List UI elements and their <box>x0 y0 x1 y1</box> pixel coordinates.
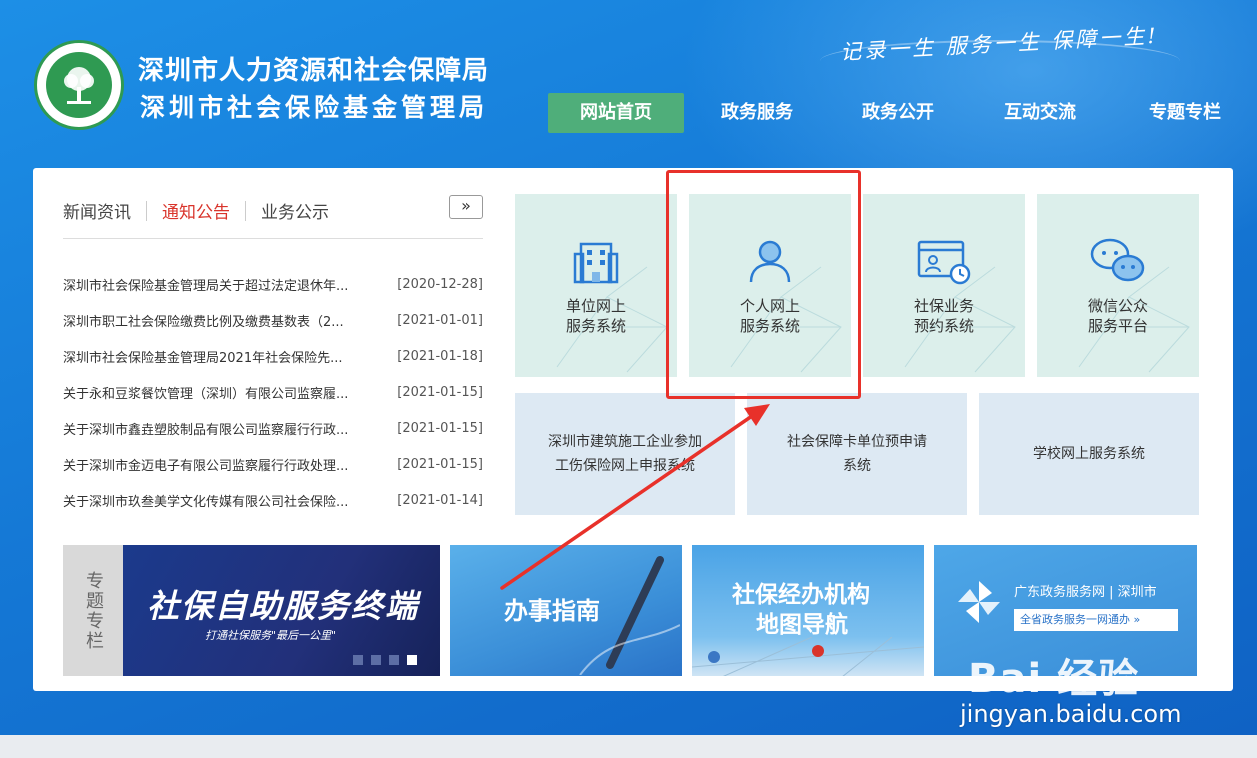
main-panel: 新闻资讯 通知公告 业务公示 » 深圳市社会保险基金管理局关于超过法定退休年..… <box>33 168 1233 691</box>
news-date: [2021-01-01] <box>397 312 483 328</box>
news-title[interactable]: 关于深圳市玖叁美学文化传媒有限公司社会保险... <box>63 491 369 510</box>
service-tile-appointment[interactable]: 社保业务 预约系统 <box>863 194 1025 377</box>
service-tile-construction-injury[interactable]: 深圳市建筑施工企业参加 工伤保险网上申报系统 <box>515 393 735 515</box>
service-tile-school-online[interactable]: 学校网上服务系统 <box>979 393 1199 515</box>
news-title[interactable]: 关于永和豆浆餐饮管理（深圳）有限公司监察履... <box>63 383 369 402</box>
nav-home[interactable]: 网站首页 <box>548 93 684 133</box>
service-tile-wechat[interactable]: 微信公众 服务平台 <box>1037 194 1199 377</box>
org-name-primary: 深圳市人力资源和社会保障局 <box>138 56 490 86</box>
divider <box>63 238 483 239</box>
special-topic-banner[interactable]: 专题专栏 社保自助服务终端 打通社保服务"最后一公里" <box>63 545 440 676</box>
tab-divider <box>146 200 147 221</box>
carousel-dots <box>353 655 417 665</box>
list-item[interactable]: 深圳市职工社会保险缴费比例及缴费基数表（2... [2021-01-01] <box>63 302 483 338</box>
tab-business-publicity[interactable]: 业务公示 <box>261 198 329 223</box>
news-title[interactable]: 深圳市社会保险基金管理局关于超过法定退休年... <box>63 275 369 294</box>
gd-title: 广东政务服务网 | 深圳市 <box>1014 585 1157 600</box>
news-list: 深圳市社会保险基金管理局关于超过法定退休年... [2020-12-28] 深圳… <box>63 266 483 518</box>
map-title: 社保经办机构 <box>732 582 870 608</box>
news-date: [2021-01-14] <box>397 492 483 508</box>
pinwheel-logo-icon <box>958 581 1000 623</box>
news-title[interactable]: 深圳市社会保险基金管理局2021年社会保险先... <box>63 347 369 366</box>
list-item[interactable]: 深圳市社会保险基金管理局2021年社会保险先... [2021-01-18] <box>63 338 483 374</box>
carousel-dot[interactable] <box>353 655 363 665</box>
news-title[interactable]: 深圳市职工社会保险缴费比例及缴费基数表（2... <box>63 311 369 330</box>
self-service-slide[interactable]: 社保自助服务终端 打通社保服务"最后一公里" <box>123 545 440 676</box>
baidu-watermark-logo: Bai 经验 <box>968 656 1140 702</box>
slide-subtitle: 打通社保服务"最后一公里" <box>205 629 337 642</box>
nav-government-affairs[interactable]: 政务公开 <box>830 93 966 133</box>
tile-label: 个人网上 服务系统 <box>739 296 800 335</box>
slide-title: 社保自助服务终端 <box>147 587 420 625</box>
service-tile-employer-online[interactable]: 单位网上 服务系统 <box>515 194 677 377</box>
appointment-icon <box>917 240 971 284</box>
news-date: [2021-01-15] <box>397 456 483 472</box>
news-date: [2021-01-15] <box>397 420 483 436</box>
tile-label: 社保业务 预约系统 <box>913 296 974 335</box>
guide-banner[interactable]: 办事指南 <box>450 545 682 676</box>
guide-title: 办事指南 <box>504 597 600 625</box>
baidu-watermark-url: jingyan.baidu.com <box>960 700 1182 728</box>
nav-special-topics[interactable]: 专题专栏 <box>1114 93 1256 133</box>
service-tile-social-security-card[interactable]: 社会保障卡单位预申请 系统 <box>747 393 967 515</box>
news-title[interactable]: 关于深圳市鑫垚塑胶制品有限公司监察履行行政... <box>63 419 369 438</box>
tab-divider <box>245 200 246 221</box>
carousel-dot-active[interactable] <box>407 655 417 665</box>
news-tabs: 新闻资讯 通知公告 业务公示 <box>63 198 329 223</box>
carousel-dot[interactable] <box>389 655 399 665</box>
wechat-icon <box>1090 238 1145 281</box>
special-topic-tag: 专题专栏 <box>63 545 123 676</box>
nav-interaction[interactable]: 互动交流 <box>966 93 1114 133</box>
org-name-secondary: 深圳市社会保险基金管理局 <box>140 93 489 122</box>
main-nav: 网站首页 政务服务 政务公开 互动交流 专题专栏 <box>548 93 1256 133</box>
building-icon <box>573 242 619 283</box>
map-banner[interactable]: 社保经办机构 地图导航 <box>692 545 924 676</box>
tab-news[interactable]: 新闻资讯 <box>63 198 131 223</box>
map-pin-icon <box>692 637 924 676</box>
service-tile-personal-online[interactable]: 个人网上 服务系统 <box>689 194 851 377</box>
news-date: [2021-01-15] <box>397 384 483 400</box>
tile-label: 社会保障卡单位预申请 系统 <box>787 434 927 474</box>
map-subtitle: 地图导航 <box>756 612 848 638</box>
person-icon <box>749 240 791 282</box>
tile-label: 学校网上服务系统 <box>1033 446 1145 462</box>
news-date: [2021-01-18] <box>397 348 483 364</box>
list-item[interactable]: 关于深圳市玖叁美学文化传媒有限公司社会保险... [2021-01-14] <box>63 482 483 518</box>
gd-subtitle-button[interactable]: 全省政务服务一网通办 » <box>1014 609 1178 631</box>
news-title[interactable]: 关于深圳市金迈电子有限公司监察履行行政处理... <box>63 455 369 474</box>
tile-label: 微信公众 服务平台 <box>1087 296 1148 335</box>
carousel-dot[interactable] <box>371 655 381 665</box>
tile-label: 深圳市建筑施工企业参加 工伤保险网上申报系统 <box>548 434 702 474</box>
more-button[interactable]: » <box>449 195 483 219</box>
news-date: [2020-12-28] <box>397 276 483 292</box>
logo-emblem-icon[interactable] <box>34 40 124 130</box>
tab-notices[interactable]: 通知公告 <box>162 198 230 223</box>
list-item[interactable]: 关于深圳市鑫垚塑胶制品有限公司监察履行行政... [2021-01-15] <box>63 410 483 446</box>
list-item[interactable]: 深圳市社会保险基金管理局关于超过法定退休年... [2020-12-28] <box>63 266 483 302</box>
list-item[interactable]: 关于深圳市金迈电子有限公司监察履行行政处理... [2021-01-15] <box>63 446 483 482</box>
list-item[interactable]: 关于永和豆浆餐饮管理（深圳）有限公司监察履... [2021-01-15] <box>63 374 483 410</box>
tile-label: 单位网上 服务系统 <box>565 296 626 335</box>
nav-government-services[interactable]: 政务服务 <box>684 93 830 133</box>
